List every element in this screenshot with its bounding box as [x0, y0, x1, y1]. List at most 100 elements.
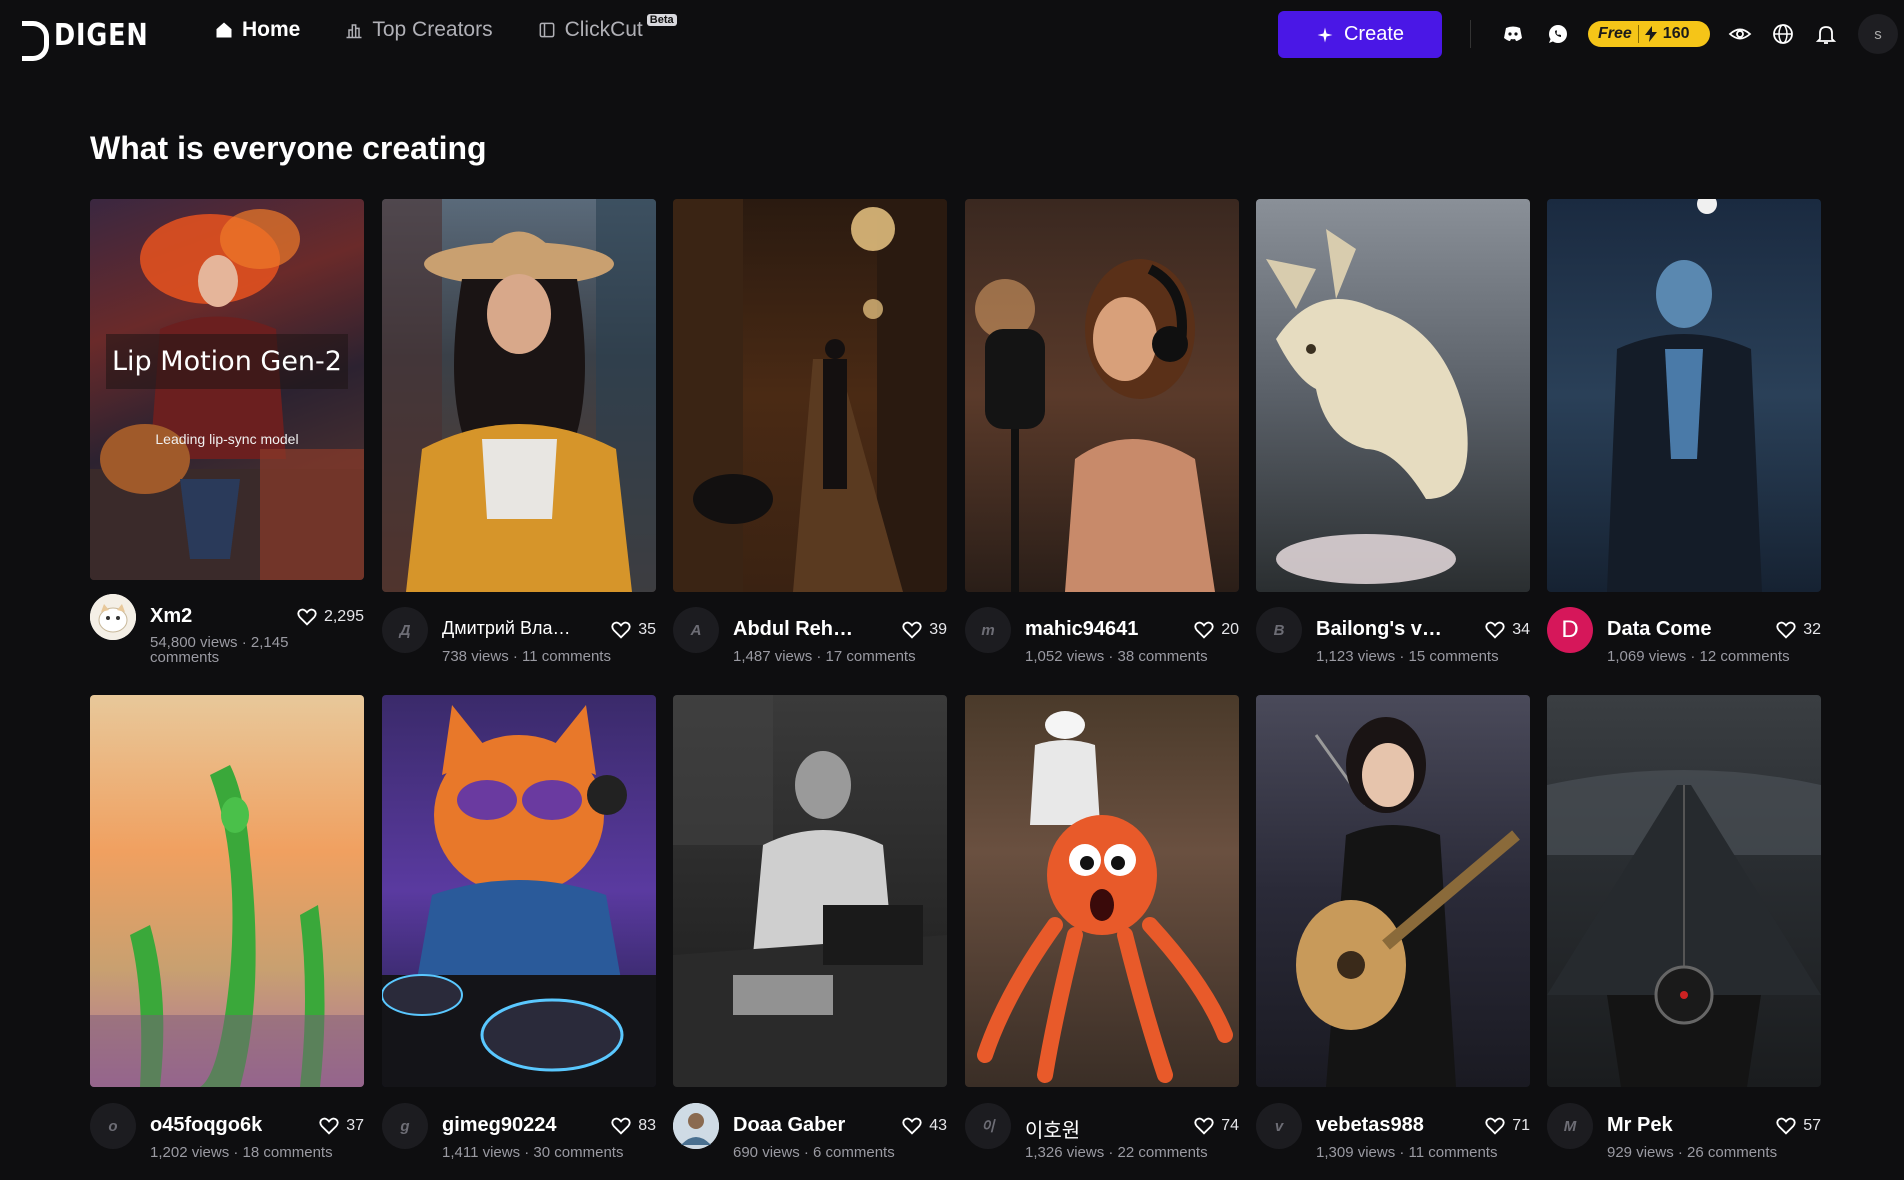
user-avatar[interactable]: s: [1858, 14, 1898, 54]
digen-logo[interactable]: DIGEN: [22, 18, 165, 61]
card-meta: v vebetas988 1,309 views · 11 comments 7…: [1256, 1103, 1530, 1163]
user-avatar-photo[interactable]: [673, 1103, 719, 1149]
like-button[interactable]: 71: [1484, 1115, 1530, 1137]
like-button[interactable]: 34: [1484, 619, 1530, 641]
card-username[interactable]: vebetas988: [1316, 1114, 1424, 1137]
create-button-label: Create: [1343, 23, 1405, 45]
card-thumbnail[interactable]: [1256, 199, 1530, 592]
card-thumbnail[interactable]: [1256, 695, 1530, 1087]
card-username[interactable]: Data Come: [1607, 618, 1711, 641]
bar-chart-icon: [346, 24, 362, 39]
creation-card[interactable]: m mahic94641 1,052 views · 38 comments 2…: [965, 199, 1239, 665]
creation-card[interactable]: Doaa Gaber 690 views · 6 comments 43: [673, 695, 947, 1161]
user-avatar[interactable]: M: [1547, 1103, 1593, 1149]
logo-mark: [22, 20, 49, 61]
creation-card[interactable]: 이 이호원 1,326 views · 22 comments 74: [965, 695, 1239, 1161]
user-avatar[interactable]: D: [1547, 607, 1593, 653]
creation-card[interactable]: Lip Motion Gen-2 Leading lip-sync model …: [90, 199, 364, 665]
nav-clickcut[interactable]: ClickCut Beta: [537, 14, 677, 42]
like-button[interactable]: 20: [1193, 619, 1239, 641]
nav-top-creators[interactable]: Top Creators: [344, 18, 493, 42]
user-avatar[interactable]: g: [382, 1103, 428, 1149]
heart-icon: [1485, 621, 1505, 639]
user-avatar[interactable]: v: [1256, 1103, 1302, 1149]
card-username[interactable]: mahic94641: [1025, 618, 1138, 641]
like-button[interactable]: 2,295: [296, 606, 364, 628]
user-avatar[interactable]: 이: [965, 1103, 1011, 1149]
guitar-singer-image: [1296, 717, 1520, 1087]
card-stats: 1,326 views · 22 comments: [1025, 1144, 1208, 1161]
card-username[interactable]: Bailong's vlogs: [1316, 618, 1446, 641]
creation-card[interactable]: M Mr Pek 929 views · 26 comments 57: [1547, 695, 1821, 1161]
card-meta: M Mr Pek 929 views · 26 comments 57: [1547, 1103, 1821, 1163]
card-thumbnail[interactable]: [1547, 695, 1821, 1087]
like-button[interactable]: 35: [610, 619, 656, 641]
user-avatar[interactable]: m: [965, 607, 1011, 653]
like-button[interactable]: 37: [318, 1115, 364, 1137]
like-button[interactable]: 83: [610, 1115, 656, 1137]
nav-clickcut-label: ClickCut: [564, 18, 643, 41]
card-username[interactable]: Mr Pek: [1607, 1114, 1673, 1137]
like-count: 43: [929, 1117, 947, 1134]
like-button[interactable]: 74: [1193, 1115, 1239, 1137]
like-count: 39: [929, 621, 947, 638]
globe-icon[interactable]: [1770, 21, 1796, 47]
creation-card[interactable]: A Abdul Rehman 1,487 views · 17 comments…: [673, 199, 947, 665]
like-button[interactable]: 43: [901, 1115, 947, 1137]
card-thumbnail[interactable]: [673, 695, 947, 1087]
creation-card[interactable]: o o45foqgo6k 1,202 views · 18 comments 3…: [90, 695, 364, 1161]
discord-icon[interactable]: [1500, 21, 1526, 47]
nav-home[interactable]: Home: [214, 18, 300, 42]
nav-home-label: Home: [242, 18, 301, 41]
lightning-icon: [1644, 26, 1657, 42]
credits-badge[interactable]: Free 160: [1588, 21, 1710, 47]
card-username[interactable]: Xm2: [150, 605, 192, 628]
user-avatar-cat[interactable]: [90, 594, 136, 640]
card-thumbnail[interactable]: [90, 695, 364, 1087]
corridor-image: [673, 199, 947, 592]
card-username[interactable]: Abdul Rehman: [733, 618, 863, 641]
card-meta: Д Дмитрий Влад... 738 views · 11 comment…: [382, 607, 656, 667]
card-stats: 1,052 views · 38 comments: [1025, 648, 1208, 665]
user-avatar[interactable]: B: [1256, 607, 1302, 653]
creation-card[interactable]: B Bailong's vlogs 1,123 views · 15 comme…: [1256, 199, 1530, 665]
card-thumbnail[interactable]: Lip Motion Gen-2 Leading lip-sync model: [90, 199, 364, 580]
card-stats: 738 views · 11 comments: [442, 648, 611, 665]
eye-icon[interactable]: [1727, 21, 1753, 47]
like-button[interactable]: 32: [1775, 619, 1821, 641]
card-thumbnail[interactable]: [382, 199, 656, 592]
card-username[interactable]: gimeg90224: [442, 1114, 557, 1137]
card-username[interactable]: o45foqgo6k: [150, 1114, 262, 1137]
heart-icon: [297, 608, 317, 626]
card-meta: Xm2 54,800 views · 2,145 comments 2,295: [90, 594, 364, 665]
card-thumbnail[interactable]: [965, 695, 1239, 1087]
like-count: 35: [638, 621, 656, 638]
card-meta: B Bailong's vlogs 1,123 views · 15 comme…: [1256, 607, 1530, 667]
like-button[interactable]: 39: [901, 619, 947, 641]
card-meta: A Abdul Rehman 1,487 views · 17 comments…: [673, 607, 947, 667]
main-nav: Home Top Creators ClickCut Beta: [214, 14, 677, 42]
heart-icon: [902, 621, 922, 639]
card-thumbnail[interactable]: [673, 199, 947, 592]
creation-card[interactable]: D Data Come 1,069 views · 12 comments 32: [1547, 199, 1821, 665]
creation-card[interactable]: v vebetas988 1,309 views · 11 comments 7…: [1256, 695, 1530, 1161]
bell-icon[interactable]: [1813, 21, 1839, 47]
card-username[interactable]: 이호원: [1025, 1114, 1080, 1143]
user-avatar[interactable]: Д: [382, 607, 428, 653]
whatsapp-icon[interactable]: [1545, 21, 1571, 47]
card-thumbnail[interactable]: [382, 695, 656, 1087]
creation-card[interactable]: Д Дмитрий Влад... 738 views · 11 comment…: [382, 199, 656, 665]
card-username[interactable]: Дмитрий Влад...: [442, 618, 572, 639]
create-button[interactable]: Create: [1278, 11, 1442, 58]
like-count: 37: [346, 1117, 364, 1134]
user-avatar[interactable]: o: [90, 1103, 136, 1149]
card-thumbnail[interactable]: [1547, 199, 1821, 592]
like-button[interactable]: 57: [1775, 1115, 1821, 1137]
user-avatar[interactable]: A: [673, 607, 719, 653]
heart-icon: [1485, 1117, 1505, 1135]
card-username[interactable]: Doaa Gaber: [733, 1114, 845, 1137]
heart-icon: [319, 1117, 339, 1135]
heart-icon: [611, 621, 631, 639]
creation-card[interactable]: g gimeg90224 1,411 views · 30 comments 8…: [382, 695, 656, 1161]
card-thumbnail[interactable]: [965, 199, 1239, 592]
